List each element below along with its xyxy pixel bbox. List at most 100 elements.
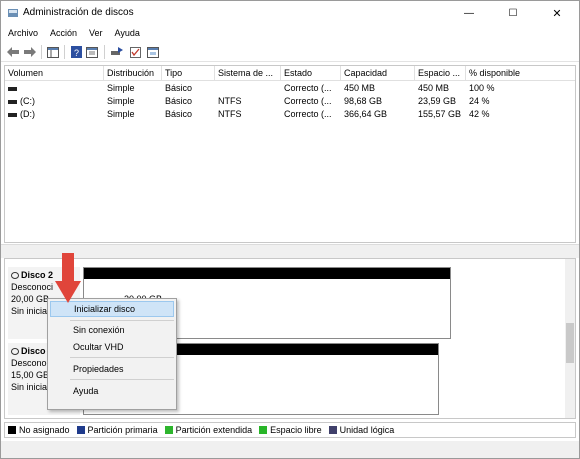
capacity-cell: 450 MB <box>344 83 376 93</box>
back-button[interactable] <box>6 45 20 59</box>
volume-icon <box>8 112 17 117</box>
column-espacio[interactable]: Espacio ... <box>415 66 466 81</box>
column-volumen[interactable]: Volumen <box>5 66 104 81</box>
properties-icon <box>86 46 98 58</box>
checklist-icon <box>129 47 141 58</box>
type-cell: Básico <box>165 109 193 119</box>
layout-cell: Simple <box>107 109 135 119</box>
volume-cell: (C:) <box>5 95 35 108</box>
status-cell: Correcto (... <box>284 83 332 93</box>
menu-accion[interactable]: Acción <box>43 25 82 42</box>
type-cell: Básico <box>165 96 193 106</box>
disk-management-window: Administración de discos — ☐ ✕ Archivo A… <box>0 0 580 459</box>
maximize-button[interactable]: ☐ <box>491 1 535 25</box>
minimize-icon: — <box>464 7 474 19</box>
volume-list: Volumen Distribución Tipo Sistema de ...… <box>4 65 576 243</box>
console-tree-icon <box>47 46 59 58</box>
column-capacidad[interactable]: Capacidad <box>341 66 415 81</box>
capacity-cell: 366,64 GB <box>344 109 388 119</box>
connect-disk-icon <box>111 46 123 55</box>
layout-cell: Simple <box>107 83 135 93</box>
type-cell: Básico <box>165 83 193 93</box>
menu-ver[interactable]: Ver <box>82 25 108 42</box>
percent-free-cell: 42 % <box>469 109 490 119</box>
disk-context-menu: Inicializar disco Sin conexión Ocultar V… <box>47 298 177 410</box>
toolbar: ? <box>1 42 579 62</box>
table-row[interactable]: Simple Básico Correcto (... 450 MB 450 M… <box>5 82 575 95</box>
table-row[interactable]: (D:) Simple Básico NTFS Correcto (... 36… <box>5 108 575 121</box>
column-estado[interactable]: Estado <box>281 66 341 81</box>
toolbar-separator <box>64 45 65 59</box>
forward-button[interactable] <box>23 45 37 59</box>
legend-label: Partición extendida <box>175 425 253 435</box>
status-cell: Correcto (... <box>284 96 332 106</box>
view-window-icon <box>147 46 159 58</box>
table-row[interactable]: (C:) Simple Básico NTFS Correcto (... 98… <box>5 95 575 108</box>
volume-cell <box>5 82 20 95</box>
volume-icon <box>8 99 17 104</box>
menu-item-ocultar-vhd[interactable]: Ocultar VHD <box>50 339 174 355</box>
toolbar-separator <box>41 45 42 59</box>
volume-name: (C:) <box>20 96 35 106</box>
percent-free-cell: 24 % <box>469 96 490 106</box>
free-space-cell: 23,59 GB <box>418 96 457 106</box>
legend-swatch <box>164 426 173 434</box>
disk-management-icon <box>8 9 18 17</box>
filesystem-cell <box>215 82 218 95</box>
svg-text:?: ? <box>74 48 79 58</box>
connect-button[interactable] <box>110 45 124 59</box>
console-tree-button[interactable] <box>46 45 60 59</box>
legend-label: Unidad lógica <box>339 425 395 435</box>
free-space-cell: 450 MB <box>418 83 450 93</box>
table-header: Volumen Distribución Tipo Sistema de ...… <box>5 66 575 81</box>
menu-separator <box>70 357 174 358</box>
properties-button[interactable] <box>85 45 99 59</box>
filesystem-cell: NTFS <box>218 109 242 119</box>
legend-swatch <box>8 426 16 434</box>
disk-name: Disco <box>21 346 46 356</box>
legend-label: No asignado <box>19 425 70 435</box>
disk-name: Disco 2 <box>21 270 54 280</box>
pane-splitter[interactable] <box>1 244 579 258</box>
free-space-cell: 155,57 GB <box>418 109 462 119</box>
red-arrow-icon <box>55 253 81 303</box>
volume-name: (D:) <box>20 109 35 119</box>
menu-separator <box>70 320 174 321</box>
minimize-button[interactable]: — <box>447 1 491 25</box>
maximize-icon: ☐ <box>508 7 518 19</box>
volume-cell: (D:) <box>5 108 35 121</box>
menu-item-ayuda[interactable]: Ayuda <box>50 383 174 399</box>
legend-item: No asignado <box>8 425 70 435</box>
percent-free-cell: 100 % <box>469 83 495 93</box>
close-button[interactable]: ✕ <box>535 1 579 25</box>
disk-view-scrollbar[interactable] <box>565 259 575 418</box>
menu-archivo[interactable]: Archivo <box>1 25 43 42</box>
menu-item-propiedades[interactable]: Propiedades <box>50 361 174 377</box>
checklist-button[interactable] <box>128 45 142 59</box>
menu-ayuda[interactable]: Ayuda <box>108 25 145 42</box>
view-button[interactable] <box>146 45 160 59</box>
help-button[interactable]: ? <box>69 45 83 59</box>
column-porcentaje[interactable]: % disponible <box>466 66 575 81</box>
scrollbar-thumb[interactable] <box>566 323 574 363</box>
back-arrow-icon <box>7 47 19 57</box>
legend-swatch <box>259 426 268 434</box>
status-cell: Correcto (... <box>284 109 332 119</box>
legend-item: Unidad lógica <box>328 425 395 435</box>
volume-icon <box>8 86 17 91</box>
status-bar <box>1 441 579 458</box>
toolbar-separator <box>104 45 105 59</box>
column-sistema[interactable]: Sistema de ... <box>215 66 281 81</box>
menu-item-sin-conexion[interactable]: Sin conexión <box>50 322 174 338</box>
window-title: Administración de discos <box>23 7 134 18</box>
disk-icon <box>11 348 19 355</box>
column-distribucion[interactable]: Distribución <box>104 66 162 81</box>
menu-bar: Archivo Acción Ver Ayuda <box>1 25 579 42</box>
layout-cell: Simple <box>107 96 135 106</box>
capacity-cell: 98,68 GB <box>344 96 383 106</box>
column-tipo[interactable]: Tipo <box>162 66 215 81</box>
help-book-icon: ? <box>70 46 82 58</box>
legend-label: Partición primaria <box>87 425 158 435</box>
legend: No asignado Partición primaria Partición… <box>4 422 576 438</box>
menu-item-inicializar-disco[interactable]: Inicializar disco <box>50 301 174 317</box>
